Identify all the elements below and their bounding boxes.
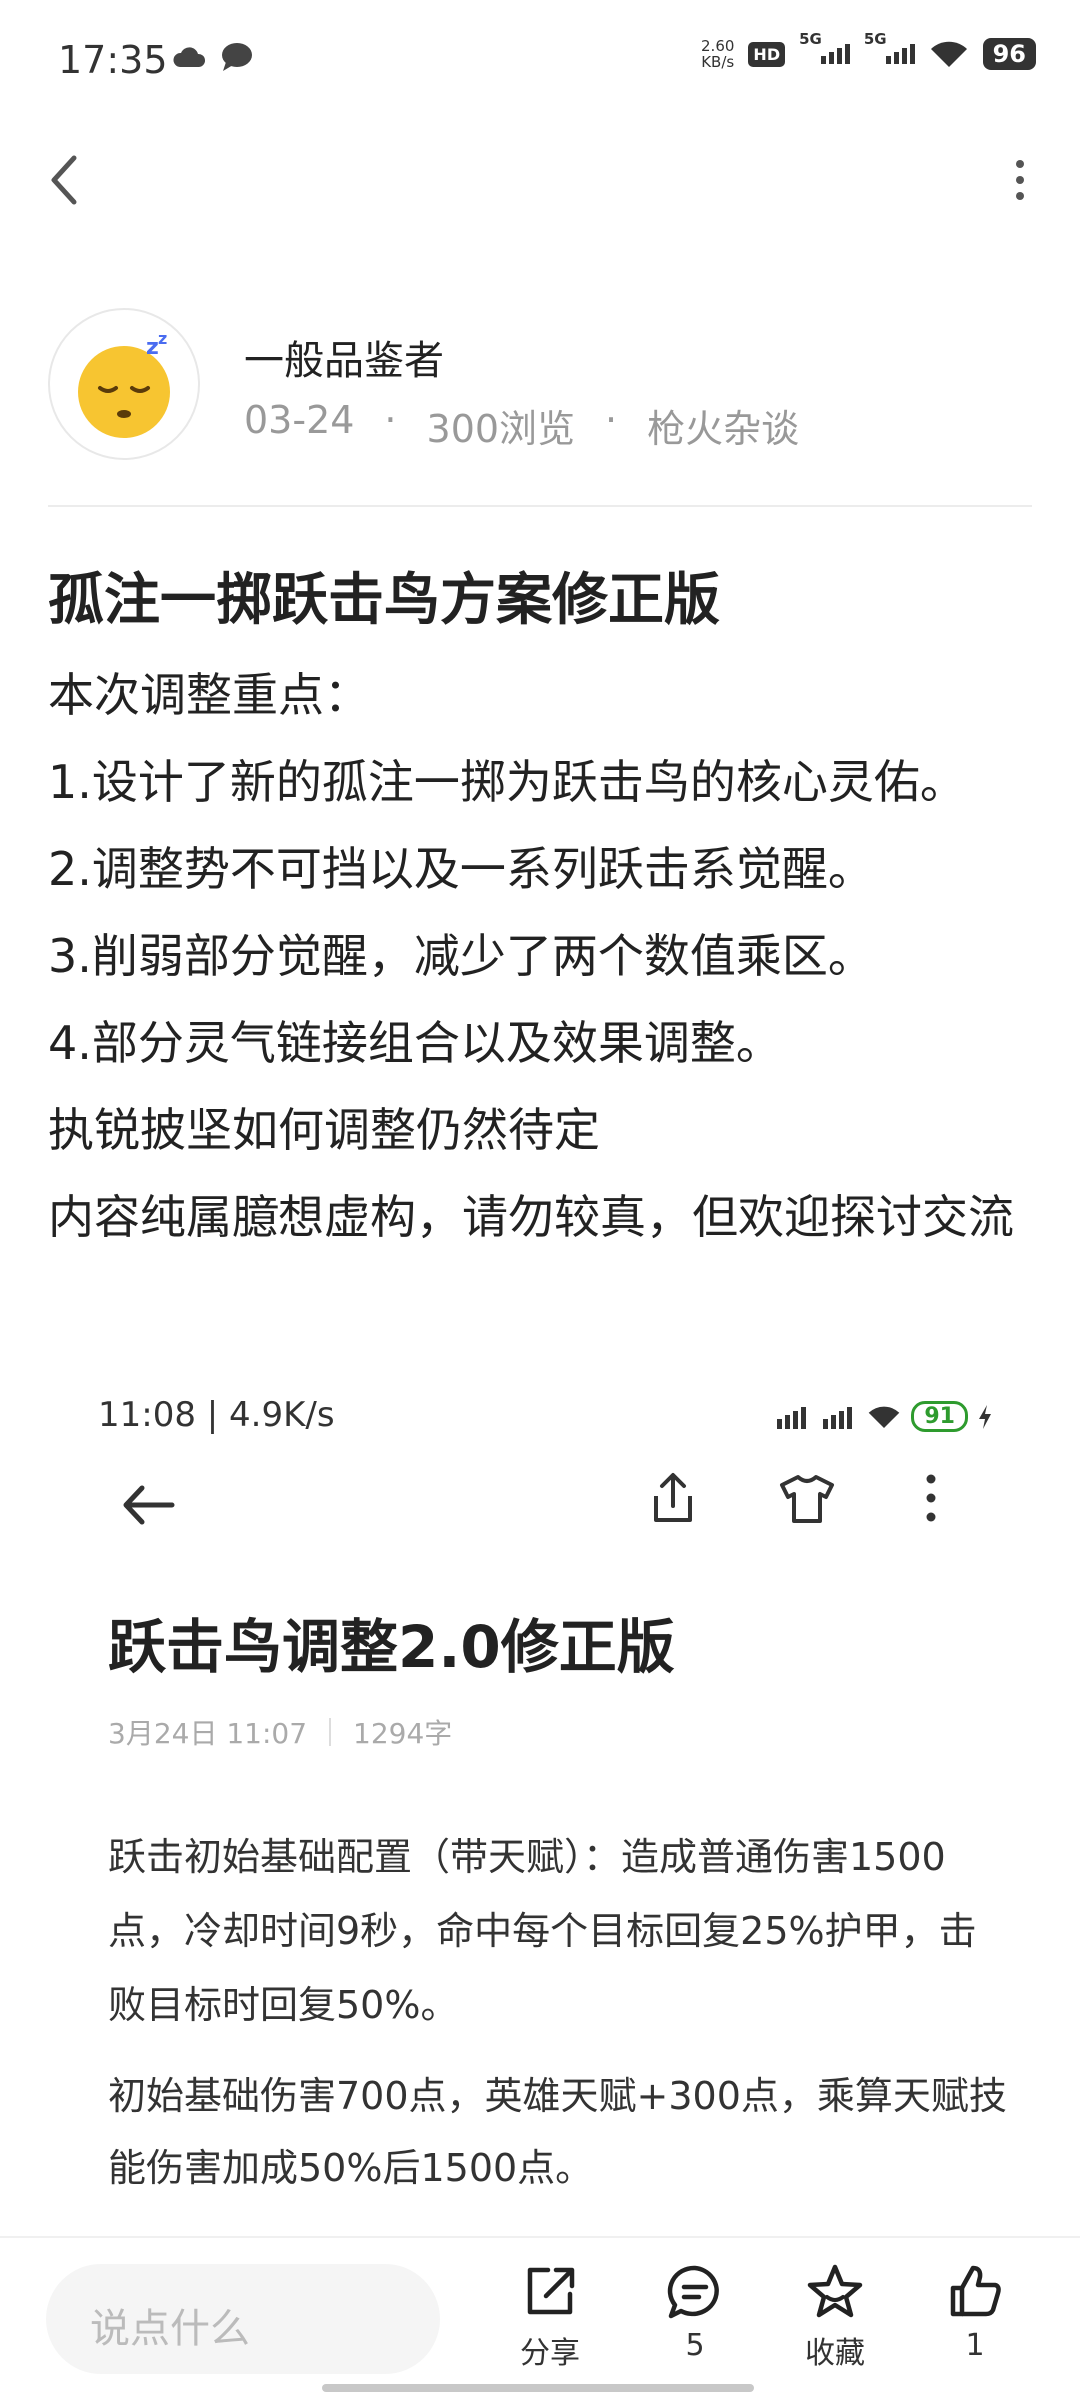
embedded-title: 跃击鸟调整2.0修正版: [108, 1613, 675, 1681]
svg-text:z: z: [146, 335, 159, 360]
star-icon: [807, 2264, 863, 2318]
back-arrow-icon: [123, 1485, 175, 1525]
category-link[interactable]: 枪火杂谈: [647, 398, 799, 453]
post-line: 本次调整重点：: [48, 668, 370, 722]
thumbs-up-icon: [950, 2265, 1001, 2317]
post-title: 孤注一掷跃击鸟方案修正版: [48, 568, 720, 633]
embedded-date: 3月24日 11:07: [108, 1717, 308, 1750]
view-count: 300浏览: [426, 407, 576, 451]
attached-image[interactable]: 11:08 | 4.9K/s 91 跃击鸟调整2.0修正版 3月24日 11:0…: [48, 1365, 1032, 2240]
post-meta: 03-24 · 300浏览 · 枪火杂谈: [244, 398, 800, 453]
signal-sim1-icon: 5G: [799, 30, 850, 64]
status-time: 17:35: [58, 38, 168, 82]
post-line: 1.设计了新的孤注一掷为跃击鸟的核心灵佑。: [48, 755, 966, 809]
more-options-icon[interactable]: [1010, 158, 1030, 202]
wifi-icon: [869, 1406, 900, 1428]
sleeping-face-emoji-icon: z z: [78, 329, 170, 438]
post-line: 2.调整势不可挡以及一系列跃击系觉醒。: [48, 842, 874, 896]
divider: [329, 1718, 332, 1746]
wifi-icon: [930, 41, 967, 67]
comment-button[interactable]: 5: [645, 2262, 745, 2363]
favorite-button[interactable]: 收藏: [785, 2262, 885, 2372]
hd-badge: HD: [748, 41, 786, 67]
post-line: 3.削弱部分觉醒，减少了两个数值乘区。: [48, 929, 874, 983]
embedded-paragraph: 跃击初始基础配置（带天赋）：造成普通伤害1500点，冷却时间9秒，命中每个目标回…: [108, 1835, 977, 2027]
battery-indicator: 96: [982, 38, 1036, 70]
chat-bubble-icon: [222, 43, 252, 71]
favorite-label: 收藏: [805, 2336, 865, 2371]
post-line: 4.部分灵气链接组合以及效果调整。: [48, 1016, 782, 1070]
comment-count: 5: [685, 2328, 705, 2363]
post-body: 本次调整重点： 1.设计了新的孤注一掷为跃击鸟的核心灵佑。 2.调整势不可挡以及…: [48, 652, 1038, 1261]
share-button[interactable]: 分享: [500, 2262, 600, 2372]
tshirt-icon: [780, 1475, 834, 1523]
share-icon: [654, 1473, 692, 1522]
back-arrow-icon[interactable]: [40, 150, 90, 210]
signal-sim2-icon: 5G: [864, 30, 915, 64]
svg-text:z: z: [158, 329, 167, 348]
comment-icon: [667, 2265, 719, 2319]
status-bar: 17:35 2.60 KB/s HD 5G 5G 96: [0, 0, 1080, 120]
cloud-icon: [173, 47, 206, 67]
comment-input[interactable]: 说点什么: [46, 2264, 440, 2374]
signal-icon: [823, 1406, 853, 1429]
divider: [48, 505, 1032, 507]
post-line: 执锐披坚如何调整仍然待定: [48, 1103, 600, 1157]
comment-placeholder: 说点什么: [90, 2306, 250, 2352]
network-speed: 2.60 KB/s: [701, 37, 735, 71]
embedded-status-time: 11:08 | 4.9K/s: [98, 1395, 335, 1435]
more-options-icon: [926, 1474, 936, 1522]
like-count: 1: [965, 2328, 985, 2363]
embedded-paragraph: 初始基础伤害700点，英雄天赋+300点，乘算天赋技能伤害加成50%后1500点…: [108, 2074, 1007, 2190]
author-name[interactable]: 一般品鉴者: [244, 328, 444, 386]
share-icon: [527, 2267, 575, 2315]
like-button[interactable]: 1: [925, 2262, 1025, 2363]
share-label: 分享: [520, 2336, 580, 2371]
post-line: 内容纯属臆想虚构，请勿较真，但欢迎探讨交流: [48, 1190, 1014, 1244]
home-indicator[interactable]: [322, 2384, 754, 2392]
post-date: 03-24: [244, 398, 355, 442]
embedded-word-count: 1294字: [353, 1717, 453, 1750]
battery-indicator: 91: [911, 1401, 968, 1432]
avatar[interactable]: z z: [48, 308, 200, 460]
charging-bolt-icon: [979, 1404, 991, 1429]
signal-icon: [777, 1406, 807, 1429]
bottom-action-bar: 说点什么 分享 5 收藏 1: [0, 2236, 1080, 2402]
